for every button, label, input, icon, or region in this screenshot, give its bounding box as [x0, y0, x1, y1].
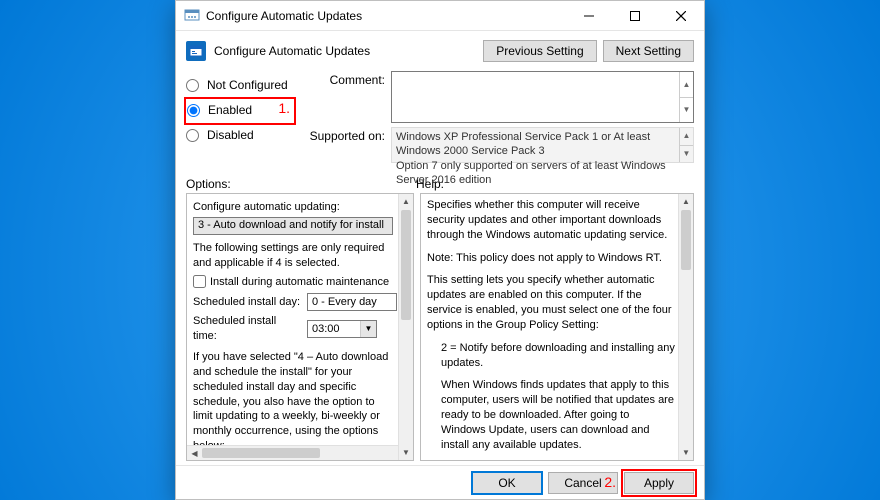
subheader: Configure Automatic Updates Previous Set… [176, 31, 704, 71]
radio-label: Not Configured [207, 78, 288, 92]
scrollbar-thumb[interactable] [401, 210, 411, 320]
help-text: When Windows finds updates that apply to… [427, 378, 677, 452]
scheduled-time-select[interactable]: 03:00▼ [307, 320, 377, 338]
radio-disabled[interactable]: Disabled [186, 125, 296, 145]
next-setting-button[interactable]: Next Setting [603, 40, 694, 62]
supported-on-label: Supported on: [296, 127, 391, 163]
scroll-left-icon[interactable]: ◀ [187, 449, 202, 458]
annotation-2: 2. [604, 474, 616, 490]
radio-enabled[interactable]: Enabled [187, 100, 268, 120]
chevron-down-icon[interactable]: ▼ [679, 98, 693, 123]
scroll-up-icon[interactable]: ▲ [399, 194, 413, 209]
annotation-1: 1. [278, 100, 290, 116]
policy-icon [186, 41, 206, 61]
scrollbar-thumb[interactable] [681, 210, 691, 270]
window-title: Configure Automatic Updates [206, 9, 566, 23]
options-heading: Options: [186, 177, 416, 191]
chevron-up-icon[interactable]: ▲ [679, 128, 693, 146]
supported-on-text: Windows XP Professional Service Pack 1 o… [391, 127, 694, 163]
radio-label: Enabled [208, 103, 252, 117]
configure-updating-select[interactable]: 3 - Auto download and notify for install [193, 217, 393, 235]
radio-label: Disabled [207, 128, 254, 142]
scheduled-day-label: Scheduled install day: [193, 295, 303, 310]
scheduled-day-select[interactable]: 0 - Every day [307, 293, 397, 311]
annotation-box-1: Enabled 1. [184, 97, 296, 125]
app-icon [184, 8, 200, 24]
install-during-maintenance-checkbox[interactable]: Install during automatic maintenance [193, 275, 397, 290]
subheader-title: Configure Automatic Updates [214, 44, 477, 58]
following-settings-note: The following settings are only required… [193, 241, 397, 271]
top-settings-area: Not Configured Enabled 1. Disabled Comme… [176, 71, 704, 173]
previous-setting-button[interactable]: Previous Setting [483, 40, 596, 62]
limit-occurrence-note: If you have selected "4 – Auto download … [193, 350, 397, 445]
titlebar: Configure Automatic Updates [176, 1, 704, 31]
scroll-down-icon[interactable]: ▼ [679, 445, 693, 460]
ok-button[interactable]: OK [472, 472, 542, 494]
options-horizontal-scrollbar[interactable]: ◀ ▶ [187, 445, 413, 460]
help-text: 2 = Notify before downloading and instal… [427, 341, 677, 371]
dialog-footer: 2. OK Cancel Apply [176, 465, 704, 499]
dialog-configure-automatic-updates: Configure Automatic Updates Configure Au… [175, 0, 705, 500]
help-pane: Specifies whether this computer will rec… [420, 193, 694, 461]
desktop-background: Configure Automatic Updates Configure Au… [0, 0, 880, 500]
state-radios: Not Configured Enabled 1. Disabled [186, 71, 296, 167]
options-pane: Configure automatic updating: 3 - Auto d… [186, 193, 414, 461]
close-button[interactable] [658, 1, 704, 31]
options-vertical-scrollbar[interactable]: ▲ ▼ [398, 194, 413, 460]
comment-textarea[interactable]: ▲▼ [391, 71, 694, 123]
chevron-down-icon[interactable]: ▼ [360, 321, 376, 337]
help-text: Note: This policy does not apply to Wind… [427, 251, 677, 266]
apply-button[interactable]: Apply [624, 472, 694, 494]
maximize-button[interactable] [612, 1, 658, 31]
radio-not-configured-input[interactable] [186, 79, 199, 92]
install-during-maintenance-input[interactable] [193, 275, 206, 288]
help-vertical-scrollbar[interactable]: ▲ ▼ [678, 194, 693, 460]
chevron-down-icon[interactable]: ▼ [679, 146, 693, 163]
radio-disabled-input[interactable] [186, 129, 199, 142]
radio-enabled-input[interactable] [187, 104, 200, 117]
scheduled-time-label: Scheduled install time: [193, 314, 303, 344]
help-text: Specifies whether this computer will rec… [427, 198, 677, 243]
scrollbar-thumb[interactable] [202, 448, 320, 458]
supported-spinner[interactable]: ▲▼ [679, 128, 693, 162]
radio-not-configured[interactable]: Not Configured [186, 75, 296, 95]
comment-spinner[interactable]: ▲▼ [679, 72, 693, 122]
scroll-down-icon[interactable]: ▼ [399, 445, 413, 460]
help-text: This setting lets you specify whether au… [427, 273, 677, 332]
chevron-up-icon[interactable]: ▲ [679, 72, 693, 98]
configure-updating-label: Configure automatic updating: [193, 200, 397, 215]
minimize-button[interactable] [566, 1, 612, 31]
comment-label: Comment: [296, 71, 391, 123]
scroll-up-icon[interactable]: ▲ [679, 194, 693, 209]
